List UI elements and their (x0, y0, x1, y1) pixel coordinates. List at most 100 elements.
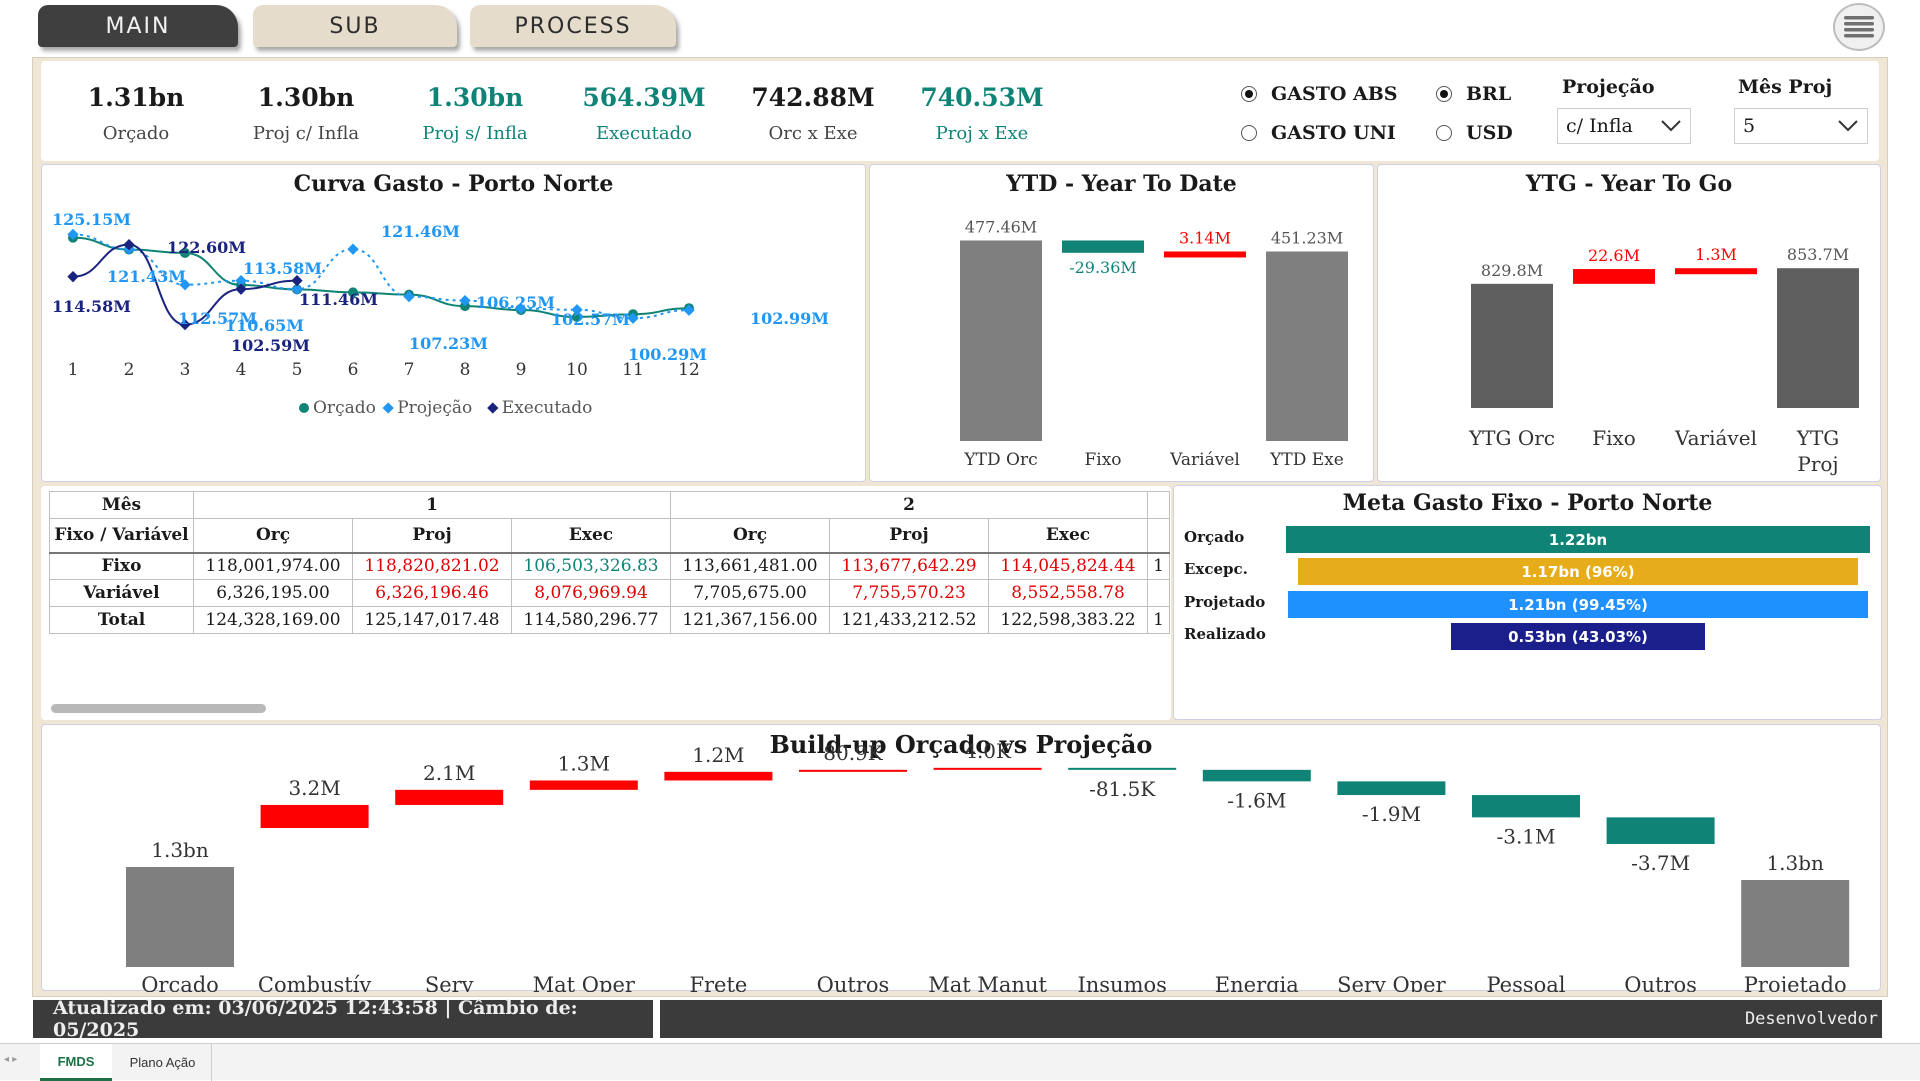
kpi-orcado-label: Orçado (102, 123, 170, 144)
bar (260, 804, 369, 828)
radio-brl[interactable]: BRL (1436, 83, 1511, 105)
meta-gasto-title: Meta Gasto Fixo - Porto Norte (1342, 490, 1713, 516)
tab-main[interactable]: MAIN (38, 5, 238, 47)
projecao-dropdown[interactable]: c/ Infla (1557, 108, 1691, 144)
data-label: 1.3M (558, 751, 610, 775)
table-row-label: Variável (49, 579, 194, 607)
curva-gasto-panel: Curva Gasto - Porto Norte 1 2 3 4 5 6 7 8 9 10 11 1… (41, 164, 866, 482)
table-cell: 8,076,969.94 (511, 579, 671, 607)
projecao-title: Projeção (1562, 76, 1655, 98)
bar (1062, 240, 1144, 253)
data-label: 2.1M (423, 761, 475, 785)
table-cell: 122,598,383.22 (988, 606, 1148, 634)
hamburger-menu-icon (1844, 16, 1874, 38)
x-tick-label: Serv Oper (1337, 973, 1446, 992)
data-label: 113.58M (243, 259, 322, 278)
data-label: -29.36M (1069, 258, 1137, 277)
table-cell: 113,677,642.29 (829, 552, 989, 580)
x-tick-label: Fixo (1592, 426, 1636, 450)
x-tick-label: 1 (68, 360, 79, 380)
x-tick-label: YTG (1796, 426, 1840, 450)
tab-process[interactable]: PROCESS (470, 5, 676, 47)
bar (395, 789, 504, 805)
data-label: 3.2M (288, 776, 340, 800)
table-sub-header: Proj (829, 518, 989, 553)
data-label: 121.46M (381, 222, 460, 241)
ytd-panel: YTD - Year To Date 477.46M YTD Orc -29.36M… (869, 164, 1374, 482)
legend-marker (382, 402, 394, 414)
kpi-proj-s-infla-value: 1.30bn (426, 83, 524, 112)
data-label: 111.46M (299, 290, 378, 309)
bar (1606, 817, 1715, 844)
bar (1777, 268, 1859, 408)
data-label: 121.43M (107, 267, 186, 286)
x-tick-label: 6 (348, 360, 359, 380)
table-cell: 114,045,824.44 (988, 552, 1148, 580)
data-label: 853.7M (1787, 245, 1849, 264)
ytd-chart: 477.46M YTD Orc -29.36M Fixo 3.14M Variável 45… (960, 217, 1348, 470)
sheet-tab-fmds[interactable]: FMDS (40, 1044, 112, 1081)
sheet-tab-plano-acao[interactable]: Plano Ação (114, 1044, 212, 1081)
data-label: 829.8M (1481, 261, 1543, 280)
mes-proj-dropdown[interactable]: 5 (1734, 108, 1868, 144)
legend-marker (487, 402, 499, 414)
kpi-executado-label: Executado (596, 123, 692, 144)
radio-gasto-uni[interactable]: GASTO UNI (1241, 122, 1396, 144)
table-month-header: 1 (193, 491, 671, 519)
table-cell: 114,580,296.77 (511, 606, 671, 634)
bar (799, 769, 907, 772)
x-tick-label: YTD Exe (1269, 450, 1344, 470)
legend-label: Orçado (313, 398, 376, 418)
table-horizontal-scrollbar[interactable] (51, 704, 266, 713)
data-label: 1.3bn (151, 838, 209, 862)
data-label: 80.9K (823, 741, 884, 765)
x-tick-label: Serv (425, 973, 474, 992)
table-sub-header: Orç (670, 518, 830, 553)
data-label: -3.1M (1496, 824, 1555, 848)
table-panel: Mês 1 2 Fixo / Variável Orç Proj Exec Or… (41, 486, 1171, 720)
tab-sub[interactable]: SUB (253, 5, 457, 47)
x-tick-label: Combustív (258, 973, 372, 992)
bar (1573, 269, 1655, 284)
data-label: 1.3M (1695, 245, 1737, 264)
radio-usd[interactable]: USD (1436, 122, 1513, 144)
x-tick-label: 5 (292, 360, 303, 380)
x-tick-label: 2 (124, 360, 135, 380)
x-tick-label: 8 (460, 360, 471, 380)
x-tick-label: Energia (1215, 973, 1299, 992)
kpi-panel: 1.31bn Orçado 1.30bn Proj c/ Infla 1.30b… (41, 61, 1879, 161)
table-cell: 121,367,156.00 (670, 606, 830, 634)
legend-marker (299, 403, 309, 413)
data-label: 102.57M (551, 310, 630, 329)
radio-gasto-abs[interactable]: GASTO ABS (1241, 83, 1398, 105)
x-tick-label: Mat Manut (928, 973, 1047, 992)
table-overflow-cell: 1 (1147, 552, 1170, 580)
table-cell: 125,147,017.48 (352, 606, 512, 634)
bar (1266, 251, 1348, 441)
bar (126, 867, 234, 967)
kpi-orc-x-exe-label: Orc x Exe (768, 123, 858, 144)
kpi-proj-s-infla-label: Proj s/ Infla (422, 123, 528, 144)
bar (1337, 781, 1446, 796)
sheet-nav-arrows[interactable]: ◂ ▸ (4, 1054, 17, 1065)
bar (1675, 268, 1757, 275)
table-header-month-row: Mês 1 2 (49, 491, 1170, 519)
menu-button[interactable] (1833, 3, 1885, 51)
table-overflow-cell (1147, 579, 1170, 607)
table-row-label: Total (49, 606, 194, 634)
table-row: Fixo 118,001,974.00 118,820,821.02 106,5… (49, 552, 1170, 580)
table-header-sub-row: Fixo / Variável Orç Proj Exec Orç Proj E… (49, 518, 1170, 553)
x-tick-label: 9 (516, 360, 527, 380)
meta-bar-projetado: 1.21bn (99.45%) (1288, 591, 1868, 618)
radio-selected-icon (1241, 86, 1257, 102)
x-tick-label: Variável (1169, 450, 1240, 470)
table-sub-header: Exec (988, 518, 1148, 553)
data-label: 100.29M (628, 345, 707, 364)
x-tick-label: Orçado (141, 973, 219, 992)
fixo-variavel-table: Mês 1 2 Fixo / Variável Orç Proj Exec Or… (49, 491, 1170, 634)
table-cell: 118,001,974.00 (193, 552, 353, 580)
kpi-proj-c-infla-value: 1.30bn (257, 83, 355, 112)
developer-label: Desenvolvedor (660, 1000, 1882, 1038)
table-cell: 7,755,570.23 (829, 579, 989, 607)
executado-point (67, 271, 79, 283)
